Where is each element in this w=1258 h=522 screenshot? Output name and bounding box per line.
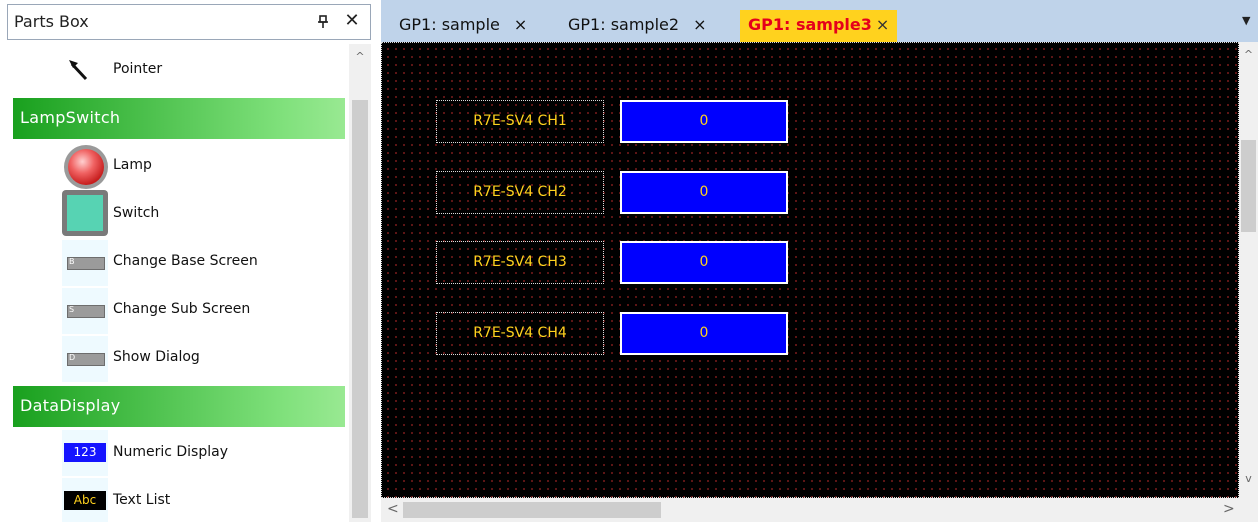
- channel-label-ch2[interactable]: R7E-SV4 CH2: [436, 171, 604, 214]
- pin-icon[interactable]: [314, 11, 332, 33]
- tab-label: GP1: sample2: [568, 15, 680, 34]
- text-list-icon: Abc: [62, 478, 108, 522]
- part-item-label: Numeric Display: [113, 444, 228, 460]
- part-item-label: Pointer: [113, 61, 163, 77]
- change-base-screen-icon: B: [62, 240, 108, 286]
- part-item-pointer[interactable]: Pointer: [7, 46, 345, 92]
- part-item-label: Change Base Screen: [113, 253, 258, 269]
- parts-scrollbar-thumb[interactable]: [352, 100, 368, 518]
- part-item-change-base-screen[interactable]: B Change Base Screen: [7, 240, 345, 286]
- tab-label: GP1: sample: [399, 15, 500, 34]
- switch-icon: [62, 190, 108, 236]
- part-item-show-dialog[interactable]: D Show Dialog: [7, 336, 345, 382]
- screen-canvas[interactable]: R7E-SV4 CH1 0 R7E-SV4 CH2 0 R7E-SV4 CH3 …: [381, 42, 1239, 498]
- part-item-numeric-display[interactable]: 123 Numeric Display: [7, 430, 345, 476]
- parts-box-header: Parts Box ✕: [7, 4, 371, 40]
- numeric-display-ch4[interactable]: 0: [620, 312, 788, 355]
- numeric-display-ch2[interactable]: 0: [620, 171, 788, 214]
- tab-sample[interactable]: GP1: sample ×: [399, 10, 527, 40]
- vertical-scrollbar-thumb[interactable]: [1241, 140, 1256, 232]
- tab-label: GP1: sample3: [748, 15, 872, 34]
- parts-box-panel: Parts Box ✕ Pointer LampSwitch Lamp Swit…: [0, 0, 372, 522]
- lamp-icon: [64, 145, 108, 189]
- part-item-switch[interactable]: Switch: [7, 190, 345, 236]
- tab-close-icon[interactable]: ×: [514, 15, 527, 34]
- scrollbar-corner: [1239, 498, 1258, 522]
- numeric-display-ch1[interactable]: 0: [620, 100, 788, 143]
- scroll-right-icon[interactable]: >: [1223, 501, 1235, 517]
- channel-label-ch1[interactable]: R7E-SV4 CH1: [436, 100, 604, 143]
- part-item-label: Show Dialog: [113, 349, 200, 365]
- tab-close-icon[interactable]: ×: [876, 15, 889, 34]
- canvas-vertical-scrollbar[interactable]: ^ v: [1239, 42, 1258, 498]
- part-item-label: Text List: [113, 492, 171, 508]
- canvas-horizontal-scrollbar[interactable]: < >: [381, 498, 1239, 522]
- change-sub-screen-icon: S: [62, 288, 108, 334]
- scroll-left-icon[interactable]: <: [387, 501, 399, 517]
- scroll-up-icon[interactable]: ^: [349, 50, 371, 66]
- pointer-arrow-icon: [69, 60, 88, 81]
- group-header-label: LampSwitch: [20, 108, 121, 127]
- part-item-label: Change Sub Screen: [113, 301, 251, 317]
- tab-sample2[interactable]: GP1: sample2 ×: [568, 10, 706, 40]
- group-header-datadisplay[interactable]: DataDisplay: [13, 386, 345, 427]
- tab-list-dropdown-icon[interactable]: ▼: [1242, 14, 1250, 27]
- group-header-lampswitch[interactable]: LampSwitch: [13, 98, 345, 139]
- part-item-label: Switch: [113, 205, 160, 221]
- parts-list: Pointer LampSwitch Lamp Switch B Change …: [7, 44, 345, 522]
- part-item-lamp[interactable]: Lamp: [7, 142, 345, 189]
- part-item-change-sub-screen[interactable]: S Change Sub Screen: [7, 288, 345, 334]
- document-tab-bar: GP1: sample × GP1: sample2 × GP1: sample3 ×…: [381, 0, 1258, 42]
- channel-label-ch3[interactable]: R7E-SV4 CH3: [436, 241, 604, 284]
- part-item-text-list[interactable]: Abc Text List: [7, 478, 345, 522]
- horizontal-scrollbar-thumb[interactable]: [403, 502, 661, 518]
- close-panel-button[interactable]: ✕: [342, 10, 362, 32]
- tab-close-icon[interactable]: ×: [693, 15, 706, 34]
- scroll-up-icon[interactable]: ^: [1239, 48, 1258, 61]
- tab-sample3-active[interactable]: GP1: sample3 ×: [740, 10, 898, 42]
- show-dialog-icon: D: [62, 336, 108, 382]
- numeric-display-ch3[interactable]: 0: [620, 241, 788, 284]
- group-header-label: DataDisplay: [20, 396, 121, 415]
- numeric-display-icon: 123: [62, 430, 108, 476]
- parts-box-title: Parts Box: [14, 12, 89, 31]
- scroll-down-icon[interactable]: v: [1239, 472, 1258, 485]
- part-item-label: Lamp: [113, 157, 152, 173]
- parts-scrollbar[interactable]: ^: [349, 44, 371, 522]
- channel-label-ch4[interactable]: R7E-SV4 CH4: [436, 312, 604, 355]
